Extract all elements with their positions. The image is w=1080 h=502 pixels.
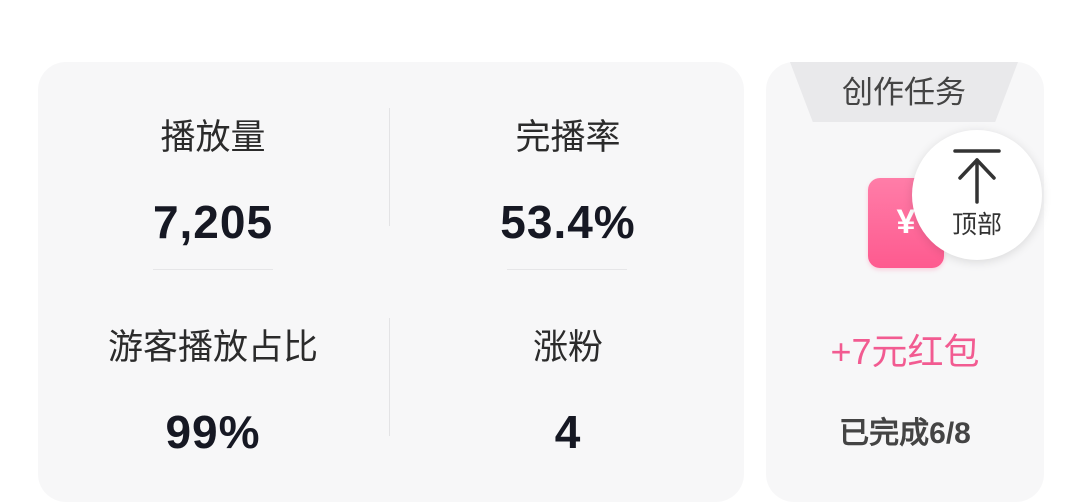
column-divider-bottom: [389, 318, 390, 436]
guest-ratio-stat[interactable]: 游客播放占比 99%: [63, 328, 363, 458]
plays-value: 7,205: [152, 196, 274, 248]
followers-stat[interactable]: 涨粉 4: [418, 328, 718, 458]
completion-stat[interactable]: 完播率 53.4%: [418, 118, 718, 248]
row-divider-left: [153, 269, 273, 270]
followers-value: 4: [554, 406, 582, 458]
column-divider-top: [389, 108, 390, 226]
reward-text: +7元红包: [830, 331, 980, 372]
creation-task-title: 创作任务: [842, 75, 966, 110]
plays-label: 播放量: [160, 118, 266, 157]
task-progress: 已完成6/8: [839, 417, 971, 450]
plays-stat[interactable]: 播放量 7,205: [63, 118, 363, 248]
followers-label: 涨粉: [532, 328, 603, 367]
row-divider-right: [507, 269, 627, 270]
back-to-top-label: 顶部: [951, 211, 1002, 239]
completion-label: 完播率: [515, 118, 621, 157]
stats-card: 播放量 7,205 完播率 53.4% 游客播放占比 99% 涨粉 4: [38, 62, 744, 502]
back-to-top-button[interactable]: 顶部: [912, 130, 1042, 260]
guest-ratio-value: 99%: [165, 406, 261, 458]
creation-task-card[interactable]: 创作任务 ¥ +7元红包 已完成6/8: [766, 62, 1044, 502]
guest-ratio-label: 游客播放占比: [107, 328, 318, 367]
arrow-to-top-icon: [953, 149, 1001, 204]
completion-value: 53.4%: [500, 196, 636, 248]
